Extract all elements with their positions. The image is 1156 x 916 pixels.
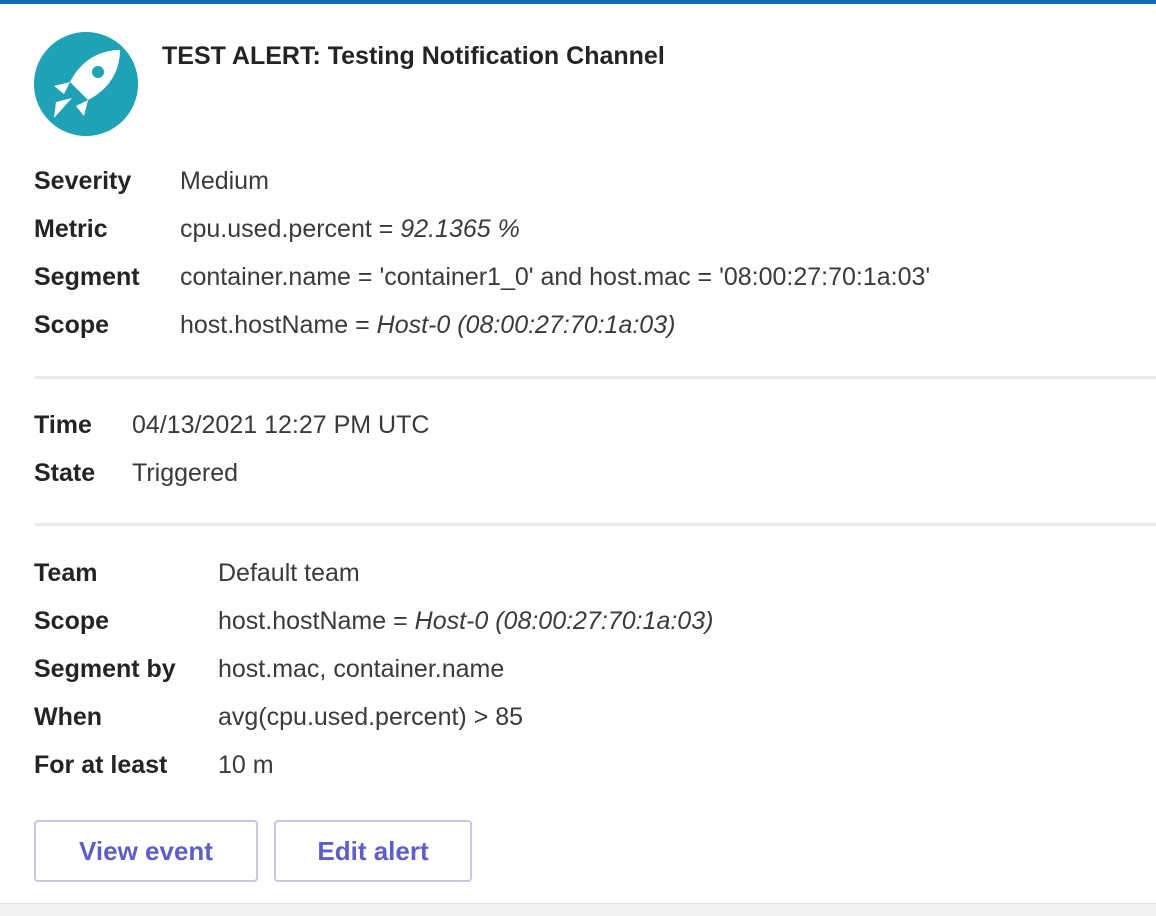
- team-value: Default team: [218, 558, 360, 587]
- detail-row-scope: Scope host.hostName = Host-0 (08:00:27:7…: [34, 301, 930, 349]
- metric-value: cpu.used.percent = 92.1365 %: [180, 214, 520, 243]
- detail-row-segment: Segment container.name = 'container1_0' …: [34, 253, 930, 301]
- severity-label: Severity: [34, 166, 132, 195]
- segment-value: container.name = 'container1_0' and host…: [180, 262, 931, 291]
- severity-value: Medium: [180, 166, 269, 195]
- when-value: avg(cpu.used.percent) > 85: [218, 702, 524, 731]
- scope-label: Scope: [34, 310, 110, 339]
- scope-value: host.hostName = Host-0 (08:00:27:70:1a:0…: [218, 606, 714, 635]
- config-row-scope: Scope host.hostName = Host-0 (08:00:27:7…: [34, 597, 713, 645]
- segment-by-value: host.mac, container.name: [218, 654, 505, 683]
- metric-label: Metric: [34, 214, 108, 243]
- detail-row-metric: Metric cpu.used.percent = 92.1365 %: [34, 205, 930, 253]
- scope-label: Scope: [34, 606, 110, 635]
- state-label: State: [34, 458, 96, 487]
- alert-config-section: Team Default team Scope host.hostName = …: [34, 549, 713, 789]
- segment-by-label: Segment by: [34, 654, 176, 683]
- for-at-least-value: 10 m: [218, 750, 274, 779]
- view-event-button[interactable]: View event: [34, 820, 258, 882]
- edit-alert-button[interactable]: Edit alert: [274, 820, 472, 882]
- config-row-segment-by: Segment by host.mac, container.name: [34, 645, 713, 693]
- time-value: 04/13/2021 12:27 PM UTC: [132, 410, 430, 439]
- event-info-section: Time 04/13/2021 12:27 PM UTC State Trigg…: [34, 401, 429, 497]
- team-label: Team: [34, 558, 98, 587]
- alert-details-section: Severity Medium Metric cpu.used.percent …: [34, 157, 930, 349]
- time-label: Time: [34, 410, 92, 439]
- rocket-logo-icon: [34, 32, 138, 136]
- config-row-team: Team Default team: [34, 549, 713, 597]
- scope-value: host.hostName = Host-0 (08:00:27:70:1a:0…: [180, 310, 676, 339]
- section-divider: [34, 376, 1156, 379]
- state-value: Triggered: [132, 458, 239, 487]
- section-divider: [34, 523, 1156, 526]
- event-row-time: Time 04/13/2021 12:27 PM UTC: [34, 401, 429, 449]
- event-row-state: State Triggered: [34, 449, 429, 497]
- when-label: When: [34, 702, 103, 731]
- detail-row-severity: Severity Medium: [34, 157, 930, 205]
- segment-label: Segment: [34, 262, 140, 291]
- for-at-least-label: For at least: [34, 750, 168, 779]
- alert-title: TEST ALERT: Testing Notification Channel: [162, 42, 665, 70]
- config-row-for-at-least: For at least 10 m: [34, 741, 713, 789]
- alert-card: TEST ALERT: Testing Notification Channel…: [0, 0, 1156, 904]
- config-row-when: When avg(cpu.used.percent) > 85: [34, 693, 713, 741]
